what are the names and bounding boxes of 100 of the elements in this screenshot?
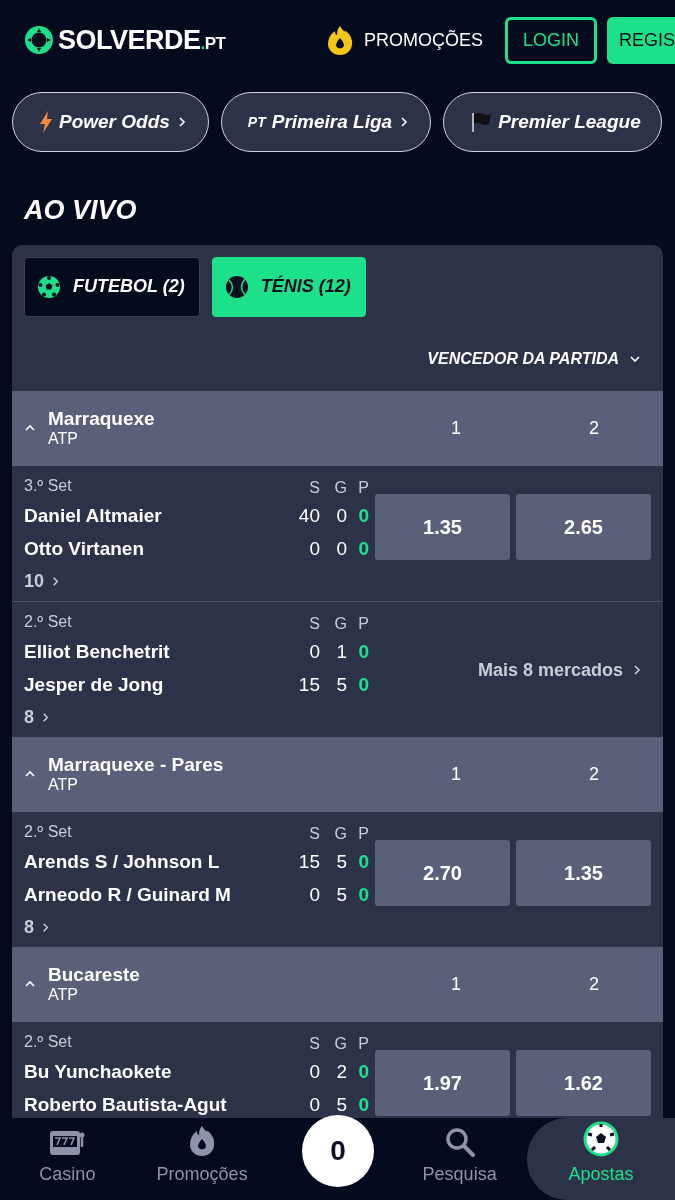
league-header[interactable]: Marraquexe - Pares ATP 1 2 <box>12 736 663 812</box>
column-label: 2 <box>588 972 600 996</box>
player-name: Otto Virtanen <box>24 536 145 561</box>
column-label: 1 <box>450 762 462 786</box>
score-header: G <box>333 477 347 498</box>
score: 0 <box>357 1092 369 1117</box>
flag-icon <box>470 111 493 133</box>
score: 2 <box>335 1059 347 1084</box>
column-label: 1 <box>450 416 462 440</box>
league-subtitle: ATP <box>48 775 79 795</box>
score: 5 <box>335 849 347 874</box>
search-icon <box>444 1127 475 1157</box>
score-header: P <box>357 477 369 498</box>
score: 0 <box>308 1092 320 1117</box>
league-header[interactable]: Marraquexe ATP 1 2 <box>12 390 663 466</box>
score: 5 <box>335 672 347 697</box>
column-label: 2 <box>588 416 600 440</box>
column-label: 1 <box>450 972 462 996</box>
score-header: P <box>357 613 369 634</box>
league-subtitle: ATP <box>48 429 79 449</box>
score: 0 <box>308 536 320 561</box>
odds-button[interactable]: 2.70 <box>375 839 510 906</box>
league-subtitle: ATP <box>48 985 79 1005</box>
score: 0 <box>335 536 347 561</box>
logo-wheel-icon <box>24 25 54 55</box>
score: 0 <box>308 1059 320 1084</box>
chevron-icon <box>40 921 51 933</box>
promotions-link[interactable]: PROMOÇÕES <box>325 25 483 55</box>
score: 0 <box>357 672 369 697</box>
score: 0 <box>357 849 369 874</box>
league-header[interactable]: Bucareste ATP 1 2 <box>12 946 663 1022</box>
sport-tab[interactable]: TÉNIS (12) <box>211 256 366 317</box>
category-chip[interactable]: PT Primeira Liga <box>220 92 432 152</box>
section-title: AO VIVO <box>24 194 138 227</box>
player-name: Jesper de Jong <box>24 672 165 697</box>
player-name: Elliot Benchetrit <box>24 639 171 664</box>
lightning-icon <box>39 111 53 133</box>
score-header: S <box>308 477 320 498</box>
score: 0 <box>357 536 369 561</box>
odds-button[interactable]: 1.35 <box>516 839 651 906</box>
score: 15 <box>297 672 320 697</box>
score-header: G <box>333 613 347 634</box>
score-header: G <box>333 1033 347 1054</box>
league-name: Marraquexe - Pares <box>48 753 225 776</box>
score-header: S <box>308 1033 320 1054</box>
chip-label: Premier League <box>498 109 641 134</box>
nav-item[interactable]: Apostas <box>527 1118 675 1200</box>
player-name: Daniel Altmaier <box>24 503 163 528</box>
league-name: Marraquexe <box>48 407 156 430</box>
country-code: PT <box>247 112 266 132</box>
score: 5 <box>335 1092 347 1117</box>
markets-link[interactable]: 8 <box>24 913 51 941</box>
score-header: P <box>357 823 369 844</box>
set-label: 2.º Set <box>24 1031 73 1052</box>
score: 0 <box>357 1059 369 1084</box>
category-chip[interactable]: Premier League <box>443 92 662 152</box>
category-chip[interactable]: Power Odds <box>12 92 209 152</box>
odds-button[interactable]: 1.97 <box>375 1049 510 1116</box>
player-name: Roberto Bautista-Agut <box>24 1092 228 1117</box>
score: 0 <box>357 639 369 664</box>
score: 1 <box>335 639 347 664</box>
more-markets-link[interactable]: Mais 8 mercados <box>477 656 643 684</box>
chevron-icon <box>631 664 643 676</box>
tennis-ball-icon <box>224 274 249 299</box>
player-name: Arneodo R / Guinard M <box>24 882 232 907</box>
chip-label: Power Odds <box>59 109 170 134</box>
register-button[interactable]: REGIS <box>607 16 675 64</box>
odds-button[interactable]: 1.62 <box>516 1049 651 1116</box>
nav-item[interactable]: Promoções <box>134 1118 270 1200</box>
football-icon <box>583 1121 619 1157</box>
chevron-icon <box>40 711 51 723</box>
football-icon <box>37 274 61 299</box>
set-label: 2.º Set <box>24 821 73 842</box>
logo-text: SOLVERDE.PT <box>58 23 226 57</box>
score-header: P <box>357 1033 369 1054</box>
market-selector[interactable]: VENCEDOR DA PARTIDA <box>427 346 619 371</box>
nav-item[interactable]: Casino <box>0 1118 135 1200</box>
markets-link[interactable]: 8 <box>24 703 51 731</box>
score: 40 <box>297 503 320 528</box>
odds-button[interactable]: 2.65 <box>516 493 651 560</box>
score: 0 <box>308 882 320 907</box>
score: 0 <box>335 503 347 528</box>
score-header: S <box>308 613 320 634</box>
league-name: Bucareste <box>48 963 141 986</box>
odds-button[interactable]: 1.35 <box>375 493 510 560</box>
markets-link[interactable]: 10 <box>24 567 62 595</box>
player-name: Bu Yunchaokete <box>24 1059 173 1084</box>
score-header: S <box>308 823 320 844</box>
score-header: G <box>333 823 347 844</box>
chip-label: Primeira Liga <box>271 109 393 134</box>
nav-item[interactable]: Pesquisa <box>392 1118 527 1200</box>
score: 0 <box>308 639 320 664</box>
score: 0 <box>357 882 369 907</box>
sport-tab[interactable]: FUTEBOL (2) <box>24 256 200 317</box>
player-name: Arends S / Johnson L <box>24 849 221 874</box>
set-label: 2.º Set <box>24 611 73 632</box>
flame-icon <box>188 1125 217 1157</box>
set-label: 3.º Set <box>24 475 73 496</box>
score: 0 <box>357 503 369 528</box>
login-button[interactable]: LOGIN <box>505 16 597 64</box>
